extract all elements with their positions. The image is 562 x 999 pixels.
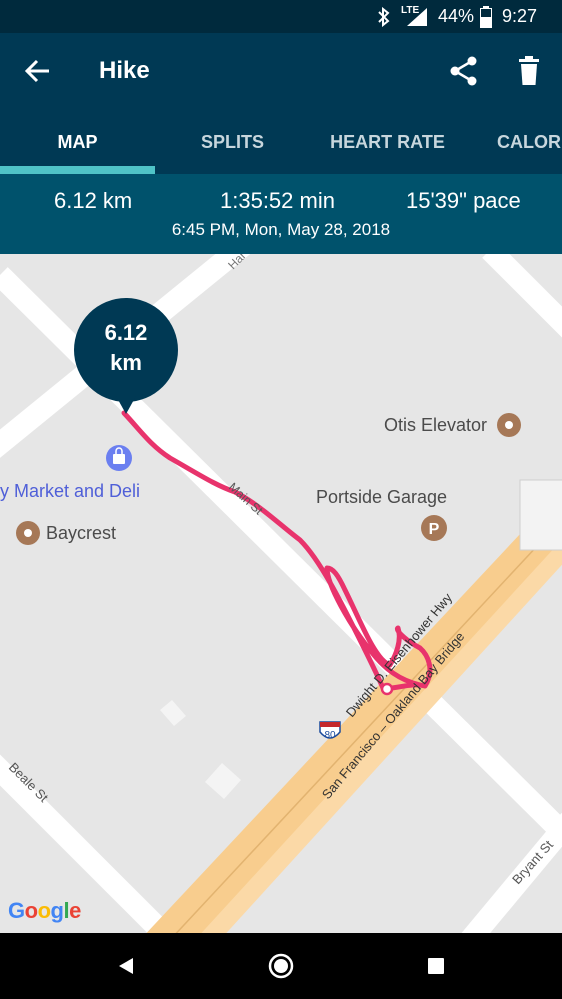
place-label-market[interactable]: y Market and Deli <box>0 481 140 502</box>
tab-calories[interactable]: CALORIES <box>465 109 562 175</box>
tab-splits[interactable]: SPLITS <box>155 109 310 175</box>
svg-text:80: 80 <box>324 730 336 741</box>
app-bar: Hike <box>0 33 562 109</box>
workout-summary: 6.12 km 1:35:52 min 15'39" pace 6:45 PM,… <box>0 174 562 254</box>
building-block <box>205 763 241 799</box>
bluetooth-icon <box>376 0 392 33</box>
place-label-otis[interactable]: Otis Elevator <box>384 415 487 436</box>
delete-icon[interactable] <box>513 55 545 87</box>
distance-marker-pointer <box>116 396 136 414</box>
pace-value: 15'39" pace <box>406 188 521 213</box>
duration-value: 1:35:52 min <box>220 188 335 213</box>
workout-datetime: 6:45 PM, Mon, May 28, 2018 <box>171 220 391 239</box>
google-logo: Google <box>8 898 81 923</box>
distance-value: 6.12 km <box>54 188 133 213</box>
status-bar: LTE 44% 9:27 <box>0 0 562 33</box>
nav-back-icon[interactable] <box>96 933 156 999</box>
distance-marker-unit: km <box>110 350 142 375</box>
page-title: Hike <box>99 57 150 84</box>
battery-percent: 44% <box>438 6 475 26</box>
active-tab-indicator <box>0 166 155 174</box>
route-end-dot <box>380 682 394 696</box>
building-block <box>160 700 186 726</box>
parking-marker-icon: P <box>421 515 447 541</box>
shopping-marker-icon <box>106 445 132 471</box>
battery-icon <box>480 0 492 33</box>
system-nav-bar <box>0 933 562 999</box>
signal-icon <box>406 0 428 33</box>
share-icon[interactable] <box>448 55 480 87</box>
distance-marker-value: 6.12 <box>104 320 148 345</box>
place-label-portside[interactable]: Portside Garage <box>316 487 447 508</box>
nav-recents-icon[interactable] <box>406 933 466 999</box>
building-block <box>519 479 562 551</box>
svg-text:P: P <box>429 521 440 538</box>
nav-home-icon[interactable] <box>251 933 311 999</box>
tab-heart-rate[interactable]: HEART RATE <box>310 109 465 175</box>
back-arrow-icon[interactable] <box>22 55 54 87</box>
baycrest-marker-icon <box>16 521 40 545</box>
place-label-baycrest[interactable]: Baycrest <box>46 523 116 544</box>
otis-marker-icon <box>497 413 521 437</box>
distance-marker: 6.12 km <box>74 298 178 402</box>
clock: 9:27 <box>502 6 538 26</box>
